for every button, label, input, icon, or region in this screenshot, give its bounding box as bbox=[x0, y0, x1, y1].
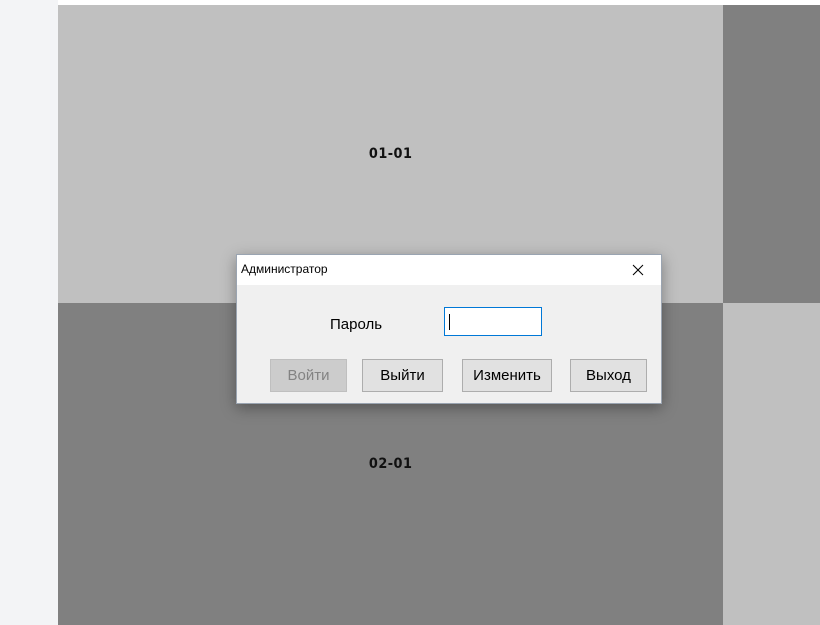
cell-label: 01-01 bbox=[368, 146, 413, 162]
close-button[interactable] bbox=[615, 255, 661, 285]
grid-cell-01-02[interactable] bbox=[723, 5, 820, 303]
close-icon bbox=[632, 264, 644, 276]
left-panel bbox=[0, 0, 58, 625]
cell-label: 02-01 bbox=[368, 456, 413, 472]
logout-button[interactable]: Выйти bbox=[362, 359, 443, 392]
admin-dialog: Администратор Пароль Войти Выйти Изменит… bbox=[236, 254, 662, 404]
exit-button[interactable]: Выход bbox=[570, 359, 647, 392]
change-button[interactable]: Изменить bbox=[462, 359, 552, 392]
text-caret bbox=[449, 314, 450, 330]
password-input[interactable] bbox=[444, 307, 542, 336]
grid-cell-02-02[interactable] bbox=[723, 303, 820, 625]
login-button[interactable]: Войти bbox=[270, 359, 347, 392]
password-label: Пароль bbox=[330, 316, 383, 333]
dialog-title: Администратор bbox=[241, 262, 328, 276]
dialog-titlebar[interactable]: Администратор bbox=[237, 255, 661, 285]
